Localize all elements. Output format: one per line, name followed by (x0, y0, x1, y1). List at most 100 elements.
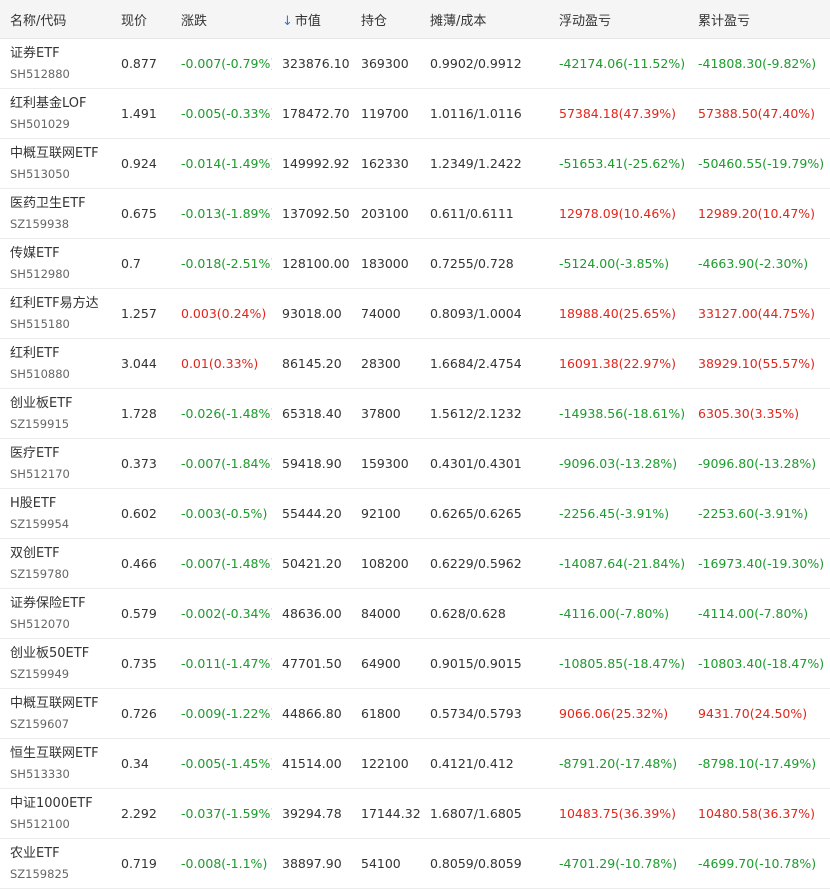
position-cell: 92100 (361, 506, 401, 521)
table-row[interactable]: 证券ETF SH512880 0.877 -0.007(-0.79%) 323876.1… (0, 39, 830, 89)
fund-code: SH512980 (10, 267, 70, 281)
fund-code: SH501029 (10, 117, 70, 131)
table-row[interactable]: 双创ETF SZ159780 0.466 -0.007(-1.48%) 50421.20… (0, 539, 830, 589)
column-header-acc-pl[interactable]: 累计盈亏 (689, 10, 830, 29)
table-row[interactable]: 中概互联网ETF SZ159607 0.726 -0.009(-1.22%) 44866… (0, 689, 830, 739)
acc-pl-cell: -16973.40(-19.30%) (698, 556, 825, 571)
fund-name: 证券保险ETF (10, 596, 86, 611)
table-body: 证券ETF SH512880 0.877 -0.007(-0.79%) 323876.1… (0, 39, 830, 889)
acc-pl-cell: 38929.10(55.57%) (698, 356, 816, 371)
acc-pl-cell: -4114.00(-7.80%) (698, 606, 809, 621)
acc-pl-cell: -4699.70(-10.78%) (698, 856, 817, 871)
table-row[interactable]: 恒生互联网ETF SH513330 0.34 -0.005(-1.45%) 41514.… (0, 739, 830, 789)
price-cell: 1.257 (121, 306, 157, 321)
market-value-cell: 39294.78 (282, 806, 342, 821)
fund-code: SZ159825 (10, 867, 70, 881)
column-header-cost[interactable]: 摊薄/成本 (420, 10, 550, 29)
change-cell: -0.018(-2.51%) (181, 256, 272, 271)
float-pl-cell: 18988.40(25.65%) (559, 306, 677, 321)
price-cell: 0.924 (121, 156, 157, 171)
fund-cell: 传媒ETF SH512980 (0, 245, 111, 282)
change-cell: 0.003(0.24%) (181, 306, 267, 321)
table-row[interactable]: 红利基金LOF SH501029 1.491 -0.005(-0.33%) 178472… (0, 89, 830, 139)
table-row[interactable]: 红利ETF SH510880 3.044 0.01(0.33%) 86145.20 283… (0, 339, 830, 389)
position-cell: 64900 (361, 656, 401, 671)
cost-cell: 0.611/0.6111 (430, 206, 514, 221)
change-cell: 0.01(0.33%) (181, 356, 259, 371)
table-row[interactable]: 创业板ETF SZ159915 1.728 -0.026(-1.48%) 65318.4… (0, 389, 830, 439)
table-row[interactable]: 医药卫生ETF SZ159938 0.675 -0.013(-1.89%) 137092… (0, 189, 830, 239)
column-header-price[interactable]: 现价 (111, 10, 171, 29)
float-pl-cell: 10483.75(36.39%) (559, 806, 677, 821)
table-row[interactable]: 医疗ETF SH512170 0.373 -0.007(-1.84%) 59418.90… (0, 439, 830, 489)
fund-name: 中概互联网ETF (10, 146, 99, 161)
float-pl-cell: 57384.18(47.39%) (559, 106, 677, 121)
acc-pl-cell: 57388.50(47.40%) (698, 106, 816, 121)
fund-cell: 红利ETF SH510880 (0, 345, 111, 382)
change-cell: -0.003(-0.5%) (181, 506, 268, 521)
market-value-cell: 59418.90 (282, 456, 342, 471)
position-cell: 162330 (361, 156, 409, 171)
price-cell: 2.292 (121, 806, 157, 821)
position-cell: 28300 (361, 356, 401, 371)
table-row[interactable]: 证券保险ETF SH512070 0.579 -0.002(-0.34%) 48636.… (0, 589, 830, 639)
float-pl-cell: -8791.20(-17.48%) (559, 756, 678, 771)
fund-cell: 恒生互联网ETF SH513330 (0, 745, 111, 782)
acc-pl-cell: 33127.00(44.75%) (698, 306, 816, 321)
fund-code: SH513050 (10, 167, 70, 181)
acc-pl-cell: 6305.30(3.35%) (698, 406, 800, 421)
fund-cell: 红利基金LOF SH501029 (0, 95, 111, 132)
fund-name: 创业板ETF (10, 396, 73, 411)
column-header-change[interactable]: 涨跌 (171, 10, 272, 29)
table-row[interactable]: 传媒ETF SH512980 0.7 -0.018(-2.51%) 128100.00 1… (0, 239, 830, 289)
market-value-cell: 55444.20 (282, 506, 342, 521)
acc-pl-cell: -10803.40(-18.47%) (698, 656, 825, 671)
column-header-market-value[interactable]: ↓ 市值 (272, 10, 351, 29)
float-pl-cell: -4116.00(-7.80%) (559, 606, 670, 621)
acc-pl-cell: -8798.10(-17.49%) (698, 756, 817, 771)
change-cell: -0.008(-1.1%) (181, 856, 268, 871)
acc-pl-cell: 12989.20(10.47%) (698, 206, 816, 221)
fund-code: SH512070 (10, 617, 70, 631)
column-header-float-pl[interactable]: 浮动盈亏 (550, 10, 689, 29)
table-row[interactable]: 红利ETF易方达 SH515180 1.257 0.003(0.24%) 93018.0… (0, 289, 830, 339)
fund-name: 红利ETF (10, 346, 60, 361)
fund-name: 传媒ETF (10, 246, 60, 261)
cost-cell: 0.8093/1.0004 (430, 306, 522, 321)
cost-cell: 1.6684/2.4754 (430, 356, 522, 371)
fund-code: SH512880 (10, 67, 70, 81)
position-cell: 369300 (361, 56, 409, 71)
column-header-position[interactable]: 持仓 (351, 10, 420, 29)
change-cell: -0.005(-0.33%) (181, 106, 272, 121)
float-pl-cell: 9066.06(25.32%) (559, 706, 669, 721)
price-cell: 0.602 (121, 506, 157, 521)
cost-cell: 0.628/0.628 (430, 606, 506, 621)
cost-cell: 0.5734/0.5793 (430, 706, 522, 721)
float-pl-cell: -9096.03(-13.28%) (559, 456, 678, 471)
table-row[interactable]: 农业ETF SZ159825 0.719 -0.008(-1.1%) 38897.90 5… (0, 839, 830, 889)
cost-cell: 0.9902/0.9912 (430, 56, 522, 71)
cost-cell: 0.7255/0.728 (430, 256, 514, 271)
change-cell: -0.005(-1.45%) (181, 756, 272, 771)
market-value-cell: 93018.00 (282, 306, 342, 321)
price-cell: 1.728 (121, 406, 157, 421)
fund-code: SZ159938 (10, 217, 70, 231)
float-pl-cell: -42174.06(-11.52%) (559, 56, 686, 71)
column-header-name-code[interactable]: 名称/代码 (0, 10, 111, 29)
cost-cell: 0.8059/0.8059 (430, 856, 522, 871)
table-row[interactable]: 中概互联网ETF SH513050 0.924 -0.014(-1.49%) 14999… (0, 139, 830, 189)
table-row[interactable]: H股ETF SZ159954 0.602 -0.003(-0.5%) 55444.20 9… (0, 489, 830, 539)
fund-code: SH512100 (10, 817, 70, 831)
change-cell: -0.009(-1.22%) (181, 706, 272, 721)
market-value-cell: 149992.92 (282, 156, 350, 171)
acc-pl-cell: -50460.55(-19.79%) (698, 156, 825, 171)
fund-cell: H股ETF SZ159954 (0, 495, 111, 532)
fund-code: SH513330 (10, 767, 70, 781)
table-header: 名称/代码 现价 涨跌 ↓ 市值 持仓 摊薄/成本 浮动盈亏 累计盈亏 (0, 0, 830, 39)
table-row[interactable]: 中证1000ETF SH512100 2.292 -0.037(-1.59%) 3929… (0, 789, 830, 839)
fund-name: 红利ETF易方达 (10, 296, 99, 311)
change-cell: -0.037(-1.59%) (181, 806, 272, 821)
table-row[interactable]: 创业板50ETF SZ159949 0.735 -0.011(-1.47%) 47701… (0, 639, 830, 689)
arrow-down-icon: ↓ (282, 13, 293, 29)
market-value-cell: 178472.70 (282, 106, 350, 121)
